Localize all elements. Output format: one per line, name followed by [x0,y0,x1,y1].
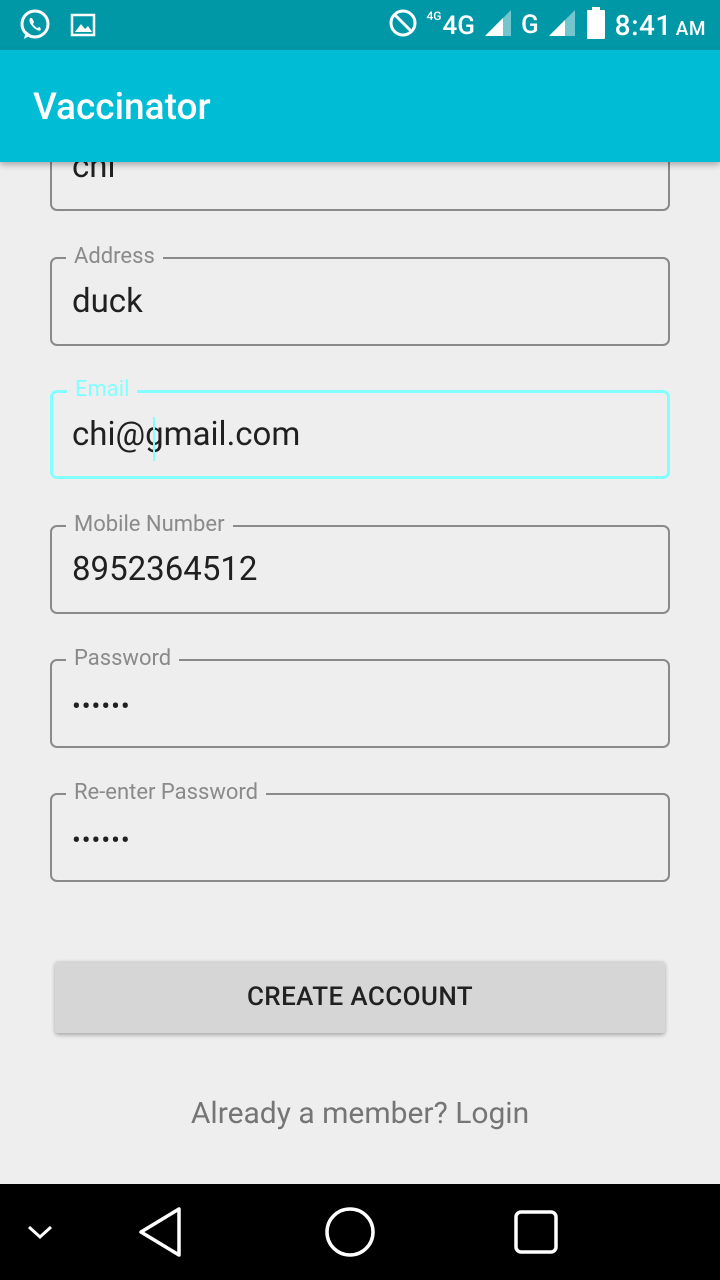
password-field-value: •••••• [72,692,131,722]
do-not-disturb-icon [388,8,418,42]
battery-icon [585,6,607,44]
text-cursor [153,417,155,461]
home-icon[interactable] [310,1184,390,1280]
network-g-label: G [520,10,539,40]
signup-form: chi Address duck Email chi@gmail.com Mob… [0,162,720,1184]
address-field-label: Address [66,242,163,272]
address-field-value: duck [72,282,143,321]
login-link[interactable]: Already a member? Login [0,1096,720,1131]
create-account-button[interactable]: CREATE ACCOUNT [55,961,665,1033]
back-icon[interactable] [120,1184,200,1280]
status-bar: 4G4G G 8:41 AM [0,0,720,50]
name-field[interactable]: chi [50,162,670,211]
address-field[interactable]: Address duck [50,242,670,346]
signal-4g-icon [483,8,513,42]
clock: 8:41 AM [614,8,706,42]
mobile-number-field-label: Mobile Number [66,510,233,540]
password-field-label: Password [66,644,180,674]
reenter-password-field-label: Re-enter Password [66,778,267,808]
reenter-password-field-value: •••••• [72,826,131,856]
network-4g-label: 4G4G [426,9,475,41]
email-field-value: chi@gmail.com [72,415,301,454]
signal-g-icon [547,8,577,42]
notification-icons [18,8,96,46]
image-icon [70,12,96,42]
system-status: 4G4G G 8:41 AM [388,0,706,50]
email-field-label: Email [67,375,138,405]
name-field-value: chi [72,162,116,186]
recents-icon[interactable] [496,1184,576,1280]
mobile-number-field-value: 8952364512 [72,550,258,589]
password-field[interactable]: Password •••••• [50,644,670,748]
reenter-password-field[interactable]: Re-enter Password •••••• [50,778,670,882]
whatsapp-icon [18,8,52,46]
navigation-bar [0,1184,720,1280]
mobile-number-field[interactable]: Mobile Number 8952364512 [50,510,670,614]
email-field[interactable]: Email chi@gmail.com [50,375,670,479]
app-title: Vaccinator [33,86,211,129]
app-bar: Vaccinator [0,50,720,162]
chevron-down-icon[interactable] [10,1184,70,1280]
